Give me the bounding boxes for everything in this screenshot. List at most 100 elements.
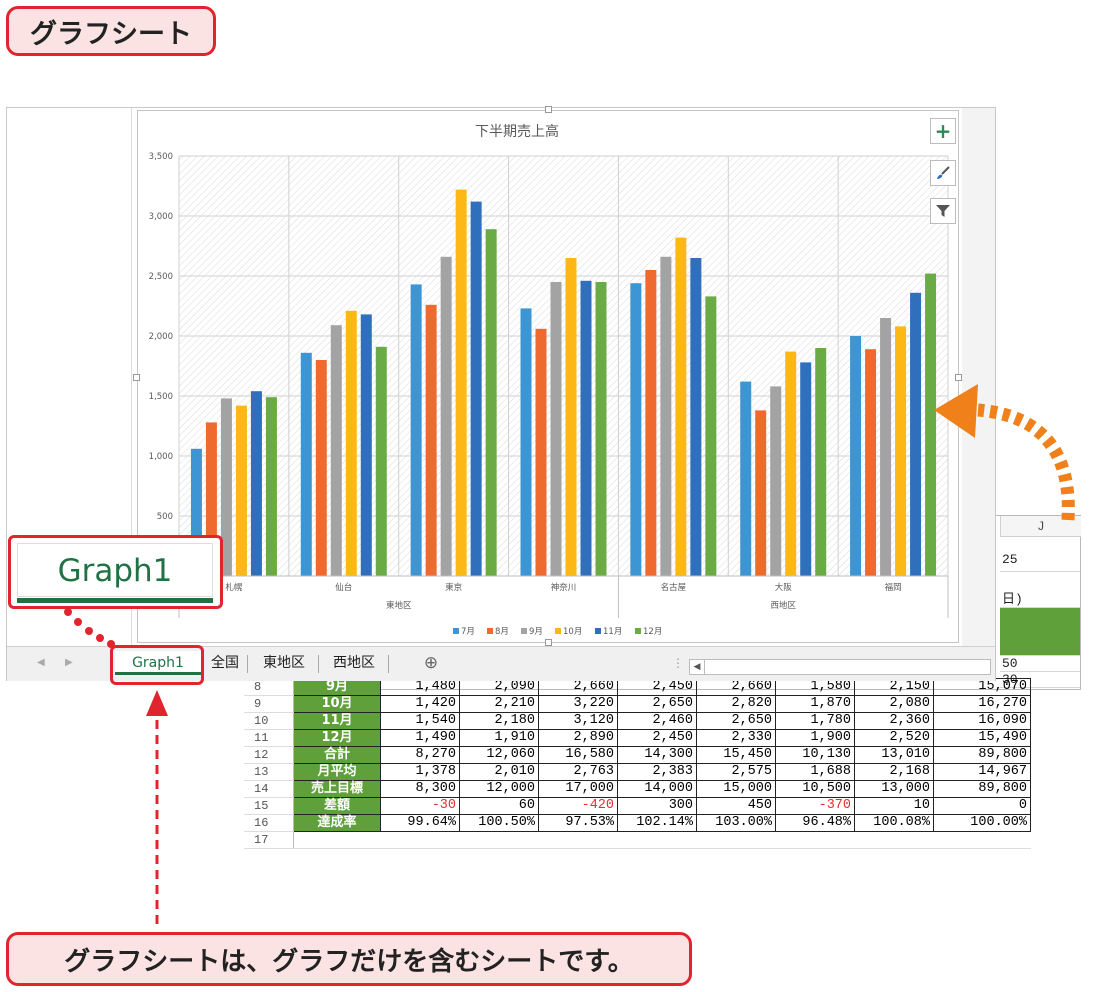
table-cell[interactable]: 60 <box>459 797 539 815</box>
table-cell[interactable] <box>854 831 934 849</box>
table-cell[interactable] <box>293 831 381 849</box>
table-cell[interactable]: 1,900 <box>775 729 855 747</box>
edge-cell[interactable]: 50 <box>1000 656 1080 672</box>
table-cell[interactable]: 13,000 <box>854 780 934 798</box>
table-cell[interactable]: 2,650 <box>617 695 697 713</box>
table-cell[interactable]: 103.00% <box>696 814 776 832</box>
table-cell[interactable]: 89,800 <box>933 746 1031 764</box>
add-sheet-icon[interactable]: ⊕ <box>419 651 443 675</box>
row-number[interactable]: 12 <box>244 746 294 764</box>
table-cell[interactable]: 16,270 <box>933 695 1031 713</box>
table-cell[interactable]: 15,000 <box>696 780 776 798</box>
table-cell[interactable] <box>380 831 460 849</box>
table-cell[interactable]: 15,490 <box>933 729 1031 747</box>
table-cell[interactable]: 1,688 <box>775 763 855 781</box>
row-label-cell[interactable]: 月平均 <box>293 763 381 781</box>
chart-title[interactable]: 下半期売上高 <box>475 123 559 140</box>
table-cell[interactable]: 89,800 <box>933 780 1031 798</box>
table-cell[interactable]: 99.64% <box>380 814 460 832</box>
chart-styles-button[interactable] <box>930 160 956 186</box>
table-cell[interactable]: 2,820 <box>696 695 776 713</box>
table-cell[interactable]: 450 <box>696 797 776 815</box>
table-cell[interactable]: 97.53% <box>538 814 618 832</box>
table-cell[interactable]: 2,168 <box>854 763 934 781</box>
table-cell[interactable]: 102.14% <box>617 814 697 832</box>
table-cell[interactable]: -30 <box>380 797 460 815</box>
horizontal-scrollbar[interactable]: ◀ <box>689 659 991 675</box>
bar-chart[interactable]: 500 1,000 1,500 2,000 2,500 3,000 3,500 札幌 仙台 東京… <box>137 110 959 643</box>
table-cell[interactable]: 8,300 <box>380 780 460 798</box>
edge-cell[interactable]: 日) <box>1000 588 1080 608</box>
table-cell[interactable]: 2,360 <box>854 712 934 730</box>
table-cell[interactable]: 3,120 <box>538 712 618 730</box>
table-cell[interactable]: 13,010 <box>854 746 934 764</box>
row-number[interactable]: 11 <box>244 729 294 747</box>
row-number[interactable]: 14 <box>244 780 294 798</box>
table-cell[interactable]: 12,060 <box>459 746 539 764</box>
table-cell[interactable]: 2,763 <box>538 763 618 781</box>
table-cell[interactable] <box>933 831 1031 849</box>
chart-filters-button[interactable] <box>930 198 956 224</box>
row-label-cell[interactable]: 達成率 <box>293 814 381 832</box>
table-cell[interactable]: 14,967 <box>933 763 1031 781</box>
table-cell[interactable]: 2,150 <box>854 678 934 696</box>
table-cell[interactable]: 2,660 <box>696 678 776 696</box>
scroll-left-button[interactable]: ◀ <box>690 660 705 674</box>
table-cell[interactable]: 2,890 <box>538 729 618 747</box>
resize-handle[interactable] <box>545 639 552 646</box>
table-cell[interactable]: 2,383 <box>617 763 697 781</box>
table-cell[interactable]: -370 <box>775 797 855 815</box>
table-cell[interactable]: 2,080 <box>854 695 934 713</box>
table-cell[interactable]: 2,210 <box>459 695 539 713</box>
row-number[interactable]: 15 <box>244 797 294 815</box>
column-header-j[interactable]: J <box>1000 516 1081 537</box>
table-cell[interactable]: 300 <box>617 797 697 815</box>
row-number[interactable]: 17 <box>244 831 294 849</box>
table-cell[interactable]: 17,000 <box>538 780 618 798</box>
table-cell[interactable]: 2,010 <box>459 763 539 781</box>
table-cell[interactable]: 1,910 <box>459 729 539 747</box>
table-cell[interactable]: 2,180 <box>459 712 539 730</box>
row-label-cell[interactable]: 差額 <box>293 797 381 815</box>
table-cell[interactable]: 10,130 <box>775 746 855 764</box>
table-cell[interactable]: 100.08% <box>854 814 934 832</box>
table-cell[interactable]: 15,070 <box>933 678 1031 696</box>
tab-higashi-chiku[interactable]: 東地区 <box>253 651 315 675</box>
table-cell[interactable]: 12,000 <box>459 780 539 798</box>
chart-area[interactable]: 500 1,000 1,500 2,000 2,500 3,000 3,500 札幌 仙台 東京… <box>133 106 962 646</box>
tab-nishi-chiku[interactable]: 西地区 <box>323 651 385 675</box>
tab-zenkoku[interactable]: 全国 <box>205 651 245 675</box>
table-cell[interactable]: 16,580 <box>538 746 618 764</box>
table-cell[interactable]: 96.48% <box>775 814 855 832</box>
table-cell[interactable]: 14,300 <box>617 746 697 764</box>
row-number[interactable]: 8 <box>244 678 294 696</box>
table-cell[interactable]: 2,650 <box>696 712 776 730</box>
row-label-cell[interactable]: 12月 <box>293 729 381 747</box>
row-number[interactable]: 16 <box>244 814 294 832</box>
row-label-cell[interactable]: 9月 <box>293 678 381 696</box>
table-cell[interactable]: 15,450 <box>696 746 776 764</box>
scroll-left-icon[interactable]: ◀ <box>37 657 45 668</box>
table-cell[interactable] <box>696 831 776 849</box>
row-label-cell[interactable]: 11月 <box>293 712 381 730</box>
legend[interactable]: 7月 8月 9月 10月 11月 12月 <box>453 627 662 637</box>
table-cell[interactable]: 10 <box>854 797 934 815</box>
table-cell[interactable]: 1,580 <box>775 678 855 696</box>
scroll-right-icon[interactable]: ▶ <box>65 657 73 668</box>
table-cell[interactable]: 1,378 <box>380 763 460 781</box>
table-cell[interactable]: 2,450 <box>617 729 697 747</box>
table-cell[interactable]: 2,660 <box>538 678 618 696</box>
table-cell[interactable] <box>459 831 539 849</box>
row-number[interactable]: 10 <box>244 712 294 730</box>
table-cell[interactable]: 1,490 <box>380 729 460 747</box>
row-label-cell[interactable]: 合計 <box>293 746 381 764</box>
table-cell[interactable]: 2,575 <box>696 763 776 781</box>
chart-elements-button[interactable]: + <box>930 118 956 144</box>
table-cell[interactable]: 100.50% <box>459 814 539 832</box>
table-cell[interactable]: 1,540 <box>380 712 460 730</box>
table-cell[interactable]: 16,090 <box>933 712 1031 730</box>
table-cell[interactable]: 1,870 <box>775 695 855 713</box>
row-number[interactable]: 9 <box>244 695 294 713</box>
table-cell[interactable]: 8,270 <box>380 746 460 764</box>
table-cell[interactable]: 14,000 <box>617 780 697 798</box>
